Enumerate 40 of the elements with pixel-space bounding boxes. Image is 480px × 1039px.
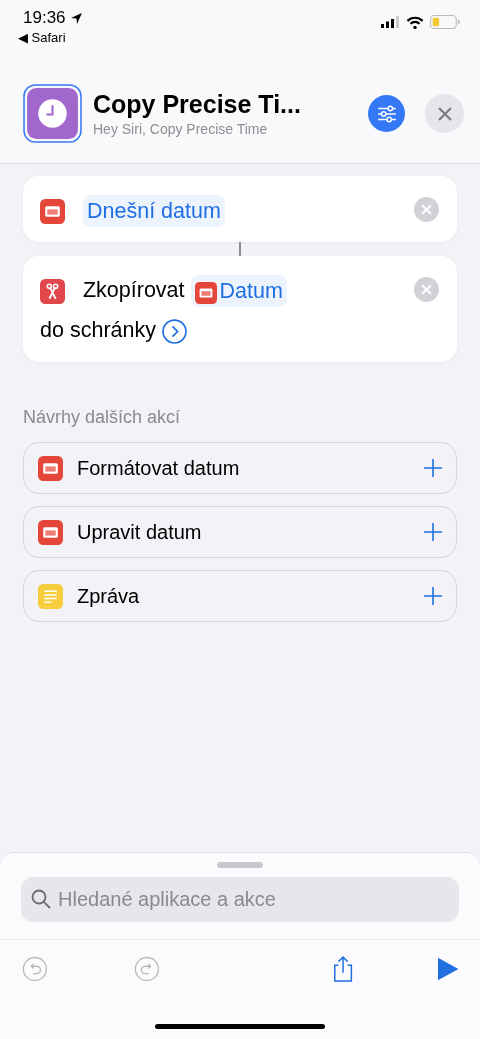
chevron-circle-icon[interactable] (161, 318, 187, 344)
battery-icon (430, 15, 460, 29)
close-icon (436, 105, 453, 122)
clock-icon[interactable] (23, 84, 82, 143)
shortcut-title: Copy Precise Ti... (93, 90, 302, 119)
action-text: schránky (69, 318, 156, 342)
search-field[interactable]: Hledané aplikace a akce (21, 877, 459, 922)
action-text: do (40, 318, 64, 342)
calendar-icon (38, 519, 63, 545)
suggestion-row[interactable]: Zpráva (23, 570, 457, 622)
suggestion-label: Formátovat datum (77, 456, 241, 480)
action-text: Zkopírovat (83, 278, 185, 302)
variable-token[interactable]: Datum (190, 275, 287, 308)
siri-phrase: Hey Siri, Copy Precise Time (93, 121, 269, 137)
plus-icon[interactable] (424, 587, 442, 605)
plus-icon[interactable] (424, 523, 442, 541)
calendar-icon (38, 455, 63, 481)
text-note-icon (38, 583, 63, 609)
status-time: 19:36 (23, 8, 66, 28)
close-button[interactable] (425, 94, 464, 133)
play-icon[interactable] (437, 957, 458, 981)
location-arrow-icon (69, 11, 83, 25)
calendar-icon (40, 198, 65, 224)
calendar-icon (194, 281, 217, 304)
share-icon[interactable] (331, 954, 354, 984)
wifi-icon (406, 15, 424, 29)
suggestion-label: Zpráva (77, 584, 141, 608)
scissors-icon (40, 278, 65, 304)
variable-token[interactable]: Dnešní datum (83, 195, 225, 228)
action-card[interactable]: Zkopírovat Datum do schránky (23, 256, 457, 362)
search-icon (31, 889, 51, 909)
suggestion-row[interactable]: Upravit datum (23, 506, 457, 558)
settings-button[interactable] (368, 95, 405, 132)
action-card[interactable]: Dnešní datum (23, 176, 457, 242)
plus-icon[interactable] (424, 459, 442, 477)
section-heading: Návrhy dalších akcí (23, 407, 182, 428)
signal-icon (380, 16, 400, 28)
suggestion-label: Upravit datum (77, 520, 203, 544)
suggestion-row[interactable]: Formátovat datum (23, 442, 457, 494)
back-to-app-link[interactable]: ◀ Safari (18, 30, 83, 45)
